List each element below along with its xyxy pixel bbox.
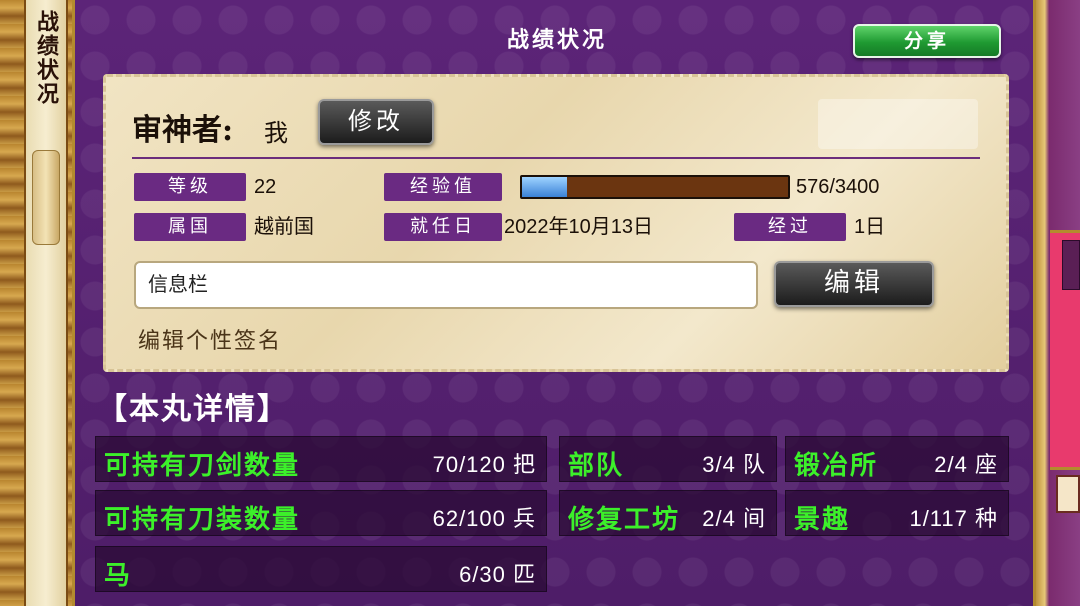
modify-button[interactable]: 修改 xyxy=(318,99,434,145)
stat-repair: 修复工坊 2/4 间 xyxy=(559,490,777,536)
appointed-value: 2022年10月13日 xyxy=(504,216,653,238)
stat-label: 锻冶所 xyxy=(794,451,879,481)
stat-scenery: 景趣 1/117 种 xyxy=(785,490,1009,536)
side-title: 战绩状况 xyxy=(33,10,59,106)
elapsed-value: 1日 xyxy=(854,216,886,238)
stat-label: 景趣 xyxy=(794,505,851,535)
exp-progress-fill xyxy=(522,177,568,197)
message-field[interactable]: 信息栏 xyxy=(134,261,758,309)
scroll-icon xyxy=(32,150,60,245)
stat-value: 70/120 把 xyxy=(432,452,536,477)
edit-button[interactable]: 编辑 xyxy=(774,261,934,307)
stat-value: 3/4 队 xyxy=(702,452,766,477)
signature-hint[interactable]: 编辑个性签名 xyxy=(138,323,282,355)
stat-label: 马 xyxy=(104,561,133,591)
stat-label: 部队 xyxy=(568,451,625,481)
side-tab-icon[interactable] xyxy=(1062,240,1080,290)
stat-forge: 锻冶所 2/4 座 xyxy=(785,436,1009,482)
side-tab-icon-2[interactable] xyxy=(1056,475,1080,513)
stat-horses: 马 6/30 匹 xyxy=(95,546,547,592)
stat-squads: 部队 3/4 队 xyxy=(559,436,777,482)
stat-value: 1/117 种 xyxy=(909,506,998,531)
level-value: 22 xyxy=(254,176,277,198)
appointed-label: 就任日 xyxy=(384,213,502,241)
stat-value: 2/4 间 xyxy=(702,506,766,531)
divider xyxy=(132,157,980,159)
stat-swords: 可持有刀剑数量 70/120 把 xyxy=(95,436,547,482)
details-title: 【本丸详情】 xyxy=(97,392,289,427)
stat-value: 6/30 匹 xyxy=(459,562,536,587)
stat-equipment: 可持有刀装数量 62/100 兵 xyxy=(95,490,547,536)
stat-value: 62/100 兵 xyxy=(432,506,536,531)
exp-label: 经验值 xyxy=(384,173,502,201)
level-label: 等级 xyxy=(134,173,246,201)
owner-name: 我 xyxy=(264,119,288,147)
country-value: 越前国 xyxy=(254,216,314,238)
stat-label: 修复工坊 xyxy=(568,505,681,535)
record-panel: 战绩状况 分享 审神者: 我 修改 等级 22 经验值 576/3400 属国 … xyxy=(72,0,1036,606)
exp-progress-bar xyxy=(520,175,790,199)
profile-card: 审神者: 我 修改 等级 22 经验值 576/3400 属国 越前国 就任日 … xyxy=(103,74,1009,372)
owner-label: 审神者: xyxy=(132,113,234,148)
share-button[interactable]: 分享 xyxy=(853,24,1001,58)
elapsed-label: 经过 xyxy=(734,213,846,241)
blurred-area xyxy=(818,99,978,149)
exp-value: 576/3400 xyxy=(796,176,880,198)
stat-value: 2/4 座 xyxy=(934,452,998,477)
country-label: 属国 xyxy=(134,213,246,241)
stat-label: 可持有刀装数量 xyxy=(104,505,301,535)
stat-label: 可持有刀剑数量 xyxy=(104,451,301,481)
